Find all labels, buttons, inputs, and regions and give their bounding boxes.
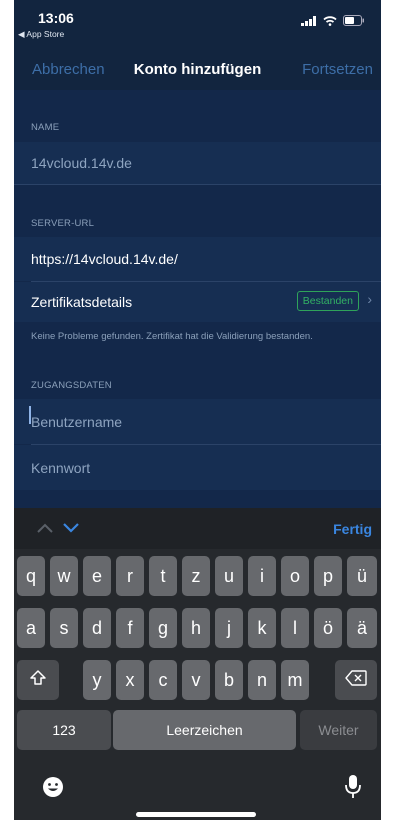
home-indicator[interactable]: [136, 812, 256, 817]
certificate-status-badge: Bestanden: [296, 291, 359, 311]
name-section-label: NAME: [31, 122, 60, 133]
name-value: 14vcloud.14v.de: [31, 155, 132, 171]
status-icons: [301, 13, 365, 31]
certificate-details-label: Zertifikatsdetails: [31, 294, 133, 310]
server-url-value: https://14vcloud.14v.de/: [31, 251, 178, 267]
shift-icon: [29, 669, 47, 692]
phone-screen: 13:06 ◀ App Store Abbrechen Konto hinzuf…: [14, 0, 381, 820]
navigation-bar: Abbrechen Konto hinzufügen Fortsetzen: [14, 50, 381, 88]
key-a[interactable]: a: [17, 608, 45, 648]
key-p[interactable]: p: [314, 556, 342, 596]
signal-icon: [301, 13, 317, 31]
space-key[interactable]: Leerzeichen: [113, 710, 296, 750]
certificate-note: Keine Probleme gefunden. Zertifikat hat …: [31, 331, 313, 342]
name-field[interactable]: 14vcloud.14v.de: [14, 142, 381, 184]
key-s[interactable]: s: [50, 608, 78, 648]
done-button[interactable]: Fertig: [333, 521, 372, 537]
backspace-icon: [345, 669, 367, 691]
key-z[interactable]: z: [182, 556, 210, 596]
server-url-section-label: SERVER-URL: [31, 218, 95, 229]
key-q[interactable]: q: [17, 556, 45, 596]
keyboard: Fertig q w e r t z u i o p ü a s d f g h…: [14, 508, 381, 820]
key-c[interactable]: c: [149, 660, 177, 700]
key-e[interactable]: e: [83, 556, 111, 596]
key-w[interactable]: w: [50, 556, 78, 596]
status-time: 13:06: [38, 10, 74, 26]
next-key[interactable]: Weiter: [300, 710, 377, 750]
key-k[interactable]: k: [248, 608, 276, 648]
key-i[interactable]: i: [248, 556, 276, 596]
key-o[interactable]: o: [281, 556, 309, 596]
continue-button[interactable]: Fortsetzen: [302, 61, 373, 78]
shift-key[interactable]: [17, 660, 59, 700]
keyboard-toolbar: Fertig: [14, 508, 381, 549]
key-l[interactable]: l: [281, 608, 309, 648]
server-url-field[interactable]: https://14vcloud.14v.de/: [14, 237, 381, 281]
key-r[interactable]: r: [116, 556, 144, 596]
key-ue[interactable]: ü: [347, 556, 377, 596]
password-field[interactable]: Kennwort: [14, 445, 381, 490]
password-placeholder: Kennwort: [31, 460, 91, 476]
chevron-right-icon: ›: [367, 291, 372, 307]
key-j[interactable]: j: [215, 608, 243, 648]
key-m[interactable]: m: [281, 660, 309, 700]
key-x[interactable]: x: [116, 660, 144, 700]
battery-icon: [343, 13, 365, 31]
key-f[interactable]: f: [116, 608, 144, 648]
username-field[interactable]: Benutzername: [14, 399, 381, 444]
status-bar: 13:06 ◀ App Store: [14, 0, 381, 46]
key-h[interactable]: h: [182, 608, 210, 648]
key-t[interactable]: t: [149, 556, 177, 596]
certificate-details-row[interactable]: Zertifikatsdetails Bestanden ›: [14, 282, 381, 322]
credentials-section-label: ZUGANGSDATEN: [31, 380, 112, 391]
divider: [14, 184, 381, 185]
username-placeholder: Benutzername: [31, 414, 123, 430]
numbers-key[interactable]: 123: [17, 710, 111, 750]
next-field-chevron-down-icon[interactable]: [62, 521, 80, 539]
emoji-icon[interactable]: [42, 776, 64, 803]
key-b[interactable]: b: [215, 660, 243, 700]
key-d[interactable]: d: [83, 608, 111, 648]
backspace-key[interactable]: [335, 660, 377, 700]
key-n[interactable]: n: [248, 660, 276, 700]
key-ae[interactable]: ä: [347, 608, 377, 648]
key-g[interactable]: g: [149, 608, 177, 648]
key-v[interactable]: v: [182, 660, 210, 700]
key-y[interactable]: y: [83, 660, 111, 700]
previous-field-chevron-up-icon[interactable]: [36, 521, 54, 539]
account-form: NAME 14vcloud.14v.de SERVER-URL https://…: [14, 90, 381, 510]
key-u[interactable]: u: [215, 556, 243, 596]
key-oe[interactable]: ö: [314, 608, 342, 648]
back-to-app-store-link[interactable]: ◀ App Store: [18, 29, 64, 40]
wifi-icon: [323, 13, 337, 31]
microphone-icon[interactable]: [344, 774, 362, 805]
